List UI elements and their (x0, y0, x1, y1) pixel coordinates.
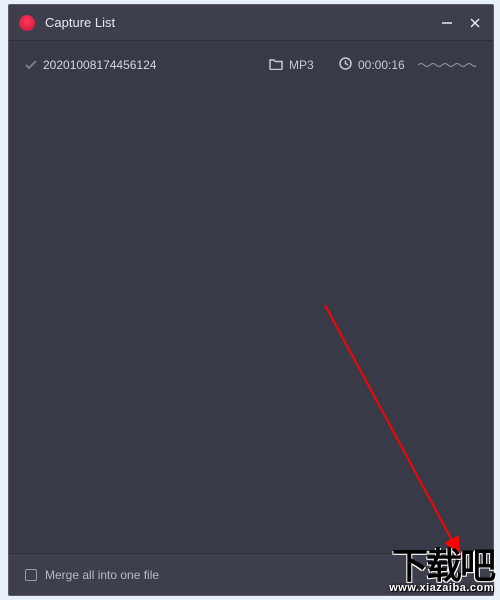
window-title: Capture List (45, 15, 439, 30)
item-filename: 20201008174456124 (43, 58, 269, 72)
minimize-button[interactable] (439, 15, 455, 31)
format-label: MP3 (289, 58, 314, 72)
folder-icon (269, 58, 283, 73)
titlebar[interactable]: Capture List (9, 5, 493, 41)
footer: Merge all into one file (9, 553, 493, 595)
app-icon (19, 15, 35, 31)
list-item[interactable]: 20201008174456124 MP3 00:00:16 (9, 49, 493, 81)
checkmark-icon[interactable] (25, 60, 43, 70)
clock-icon (339, 57, 352, 73)
item-duration: 00:00:16 (339, 57, 417, 73)
close-button[interactable] (467, 15, 483, 31)
capture-list-window: Capture List 20201008174456124 MP3 (8, 4, 494, 596)
window-controls (439, 15, 483, 31)
merge-label: Merge all into one file (45, 568, 159, 582)
item-format[interactable]: MP3 (269, 58, 339, 73)
merge-checkbox[interactable]: Merge all into one file (25, 568, 159, 582)
waveform-icon (417, 59, 477, 71)
capture-list: 20201008174456124 MP3 00:00:16 (9, 41, 493, 553)
duration-label: 00:00:16 (358, 58, 405, 72)
checkbox-box-icon (25, 569, 37, 581)
